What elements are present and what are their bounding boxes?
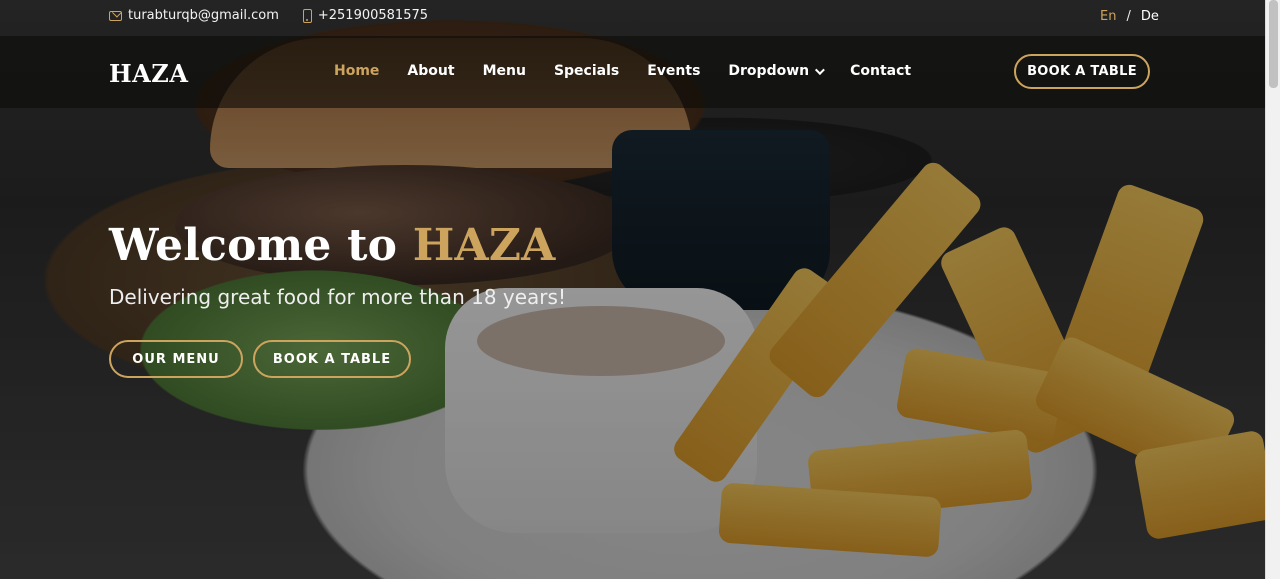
scrollbar-thumb[interactable] bbox=[1269, 0, 1278, 88]
email-text[interactable]: turabturqb@gmail.com bbox=[128, 8, 279, 23]
fry bbox=[806, 428, 1034, 522]
site-logo[interactable]: HAZA bbox=[109, 59, 188, 88]
fry bbox=[1031, 333, 1239, 487]
nav-item-dropdown-label: Dropdown bbox=[728, 63, 810, 79]
page-scrollbar[interactable] bbox=[1265, 0, 1280, 579]
hero-subtitle: Delivering great food for more than 18 y… bbox=[109, 285, 566, 309]
nav-item-about[interactable]: About bbox=[407, 63, 454, 79]
top-contact-bar: turabturqb@gmail.com +251900581575 En / … bbox=[0, 0, 1265, 36]
fry bbox=[764, 157, 986, 403]
fry bbox=[718, 482, 942, 558]
chevron-down-icon bbox=[815, 64, 825, 75]
book-a-table-button[interactable]: BOOK A TABLE bbox=[1014, 54, 1150, 89]
fry bbox=[669, 263, 851, 487]
hero-title-brand: HAZA bbox=[412, 220, 556, 271]
nav-item-specials[interactable]: Specials bbox=[554, 63, 619, 79]
phone-text[interactable]: +251900581575 bbox=[318, 8, 428, 23]
our-menu-button[interactable]: OUR MENU bbox=[109, 340, 243, 378]
lang-de[interactable]: De bbox=[1141, 9, 1159, 24]
phone-icon bbox=[302, 8, 312, 23]
fries-pile bbox=[669, 110, 1265, 579]
fry bbox=[895, 346, 1065, 444]
phone-contact[interactable]: +251900581575 bbox=[302, 8, 428, 23]
nav-item-menu[interactable]: Menu bbox=[483, 63, 526, 79]
nav-item-contact[interactable]: Contact bbox=[850, 63, 911, 79]
nav-item-events[interactable]: Events bbox=[647, 63, 700, 79]
fry bbox=[1133, 429, 1265, 541]
book-a-table-hero-button[interactable]: BOOK A TABLE bbox=[253, 340, 411, 378]
hero-buttons: OUR MENU BOOK A TABLE bbox=[109, 340, 411, 378]
fry bbox=[937, 223, 1103, 457]
lang-en[interactable]: En bbox=[1100, 9, 1116, 24]
hero-content: Welcome to HAZA Delivering great food fo… bbox=[109, 220, 566, 309]
fry bbox=[1043, 181, 1207, 429]
nav-item-home[interactable]: Home bbox=[334, 63, 379, 79]
contact-info: turabturqb@gmail.com +251900581575 bbox=[109, 8, 428, 23]
lang-separator: / bbox=[1126, 9, 1131, 24]
main-navbar: HAZA Home About Menu Specials Events Dro… bbox=[0, 36, 1265, 108]
sauce-bowl-dark bbox=[612, 130, 830, 310]
mail-icon bbox=[109, 10, 122, 21]
sauce-cup-white bbox=[445, 288, 757, 533]
nav-menu: Home About Menu Specials Events Dropdown… bbox=[334, 63, 911, 79]
email-contact[interactable]: turabturqb@gmail.com bbox=[109, 8, 279, 23]
language-switcher: En / De bbox=[1100, 9, 1159, 24]
hero-title-prefix: Welcome to bbox=[109, 220, 413, 271]
hero-title: Welcome to HAZA bbox=[109, 220, 566, 271]
nav-item-dropdown[interactable]: Dropdown bbox=[728, 63, 825, 79]
